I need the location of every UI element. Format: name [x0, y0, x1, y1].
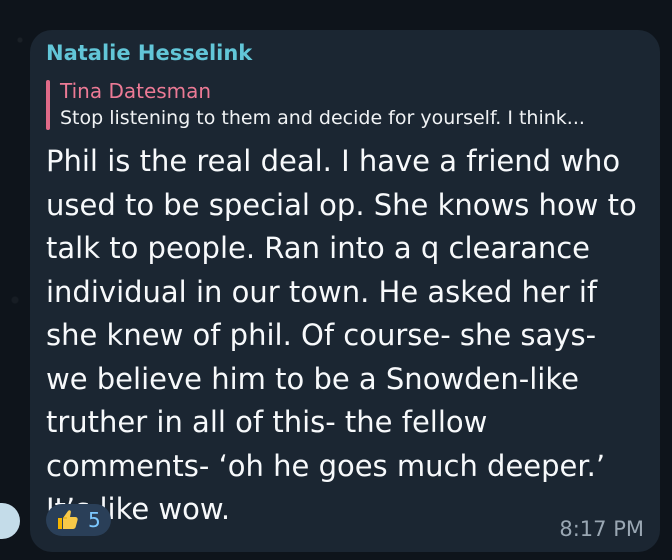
message-timestamp: 8:17 PM — [559, 517, 644, 541]
reply-author: Tina Datesman — [60, 79, 212, 103]
message-bubble[interactable]: Natalie Hesselink Tina Datesman Stop lis… — [30, 30, 660, 552]
reaction-count: 5 — [88, 508, 101, 532]
thumbs-up-icon — [56, 508, 80, 532]
reply-snippet: Stop listening to them and decide for yo… — [60, 107, 585, 129]
message-footer: 5 8:17 PM — [46, 504, 644, 540]
reaction-chip[interactable]: 5 — [46, 504, 111, 536]
message-text: Phil is the real deal. I have a friend w… — [46, 144, 637, 526]
reply-quote[interactable]: Tina Datesman Stop listening to them and… — [46, 78, 644, 132]
sender-name[interactable]: Natalie Hesselink — [46, 40, 644, 66]
